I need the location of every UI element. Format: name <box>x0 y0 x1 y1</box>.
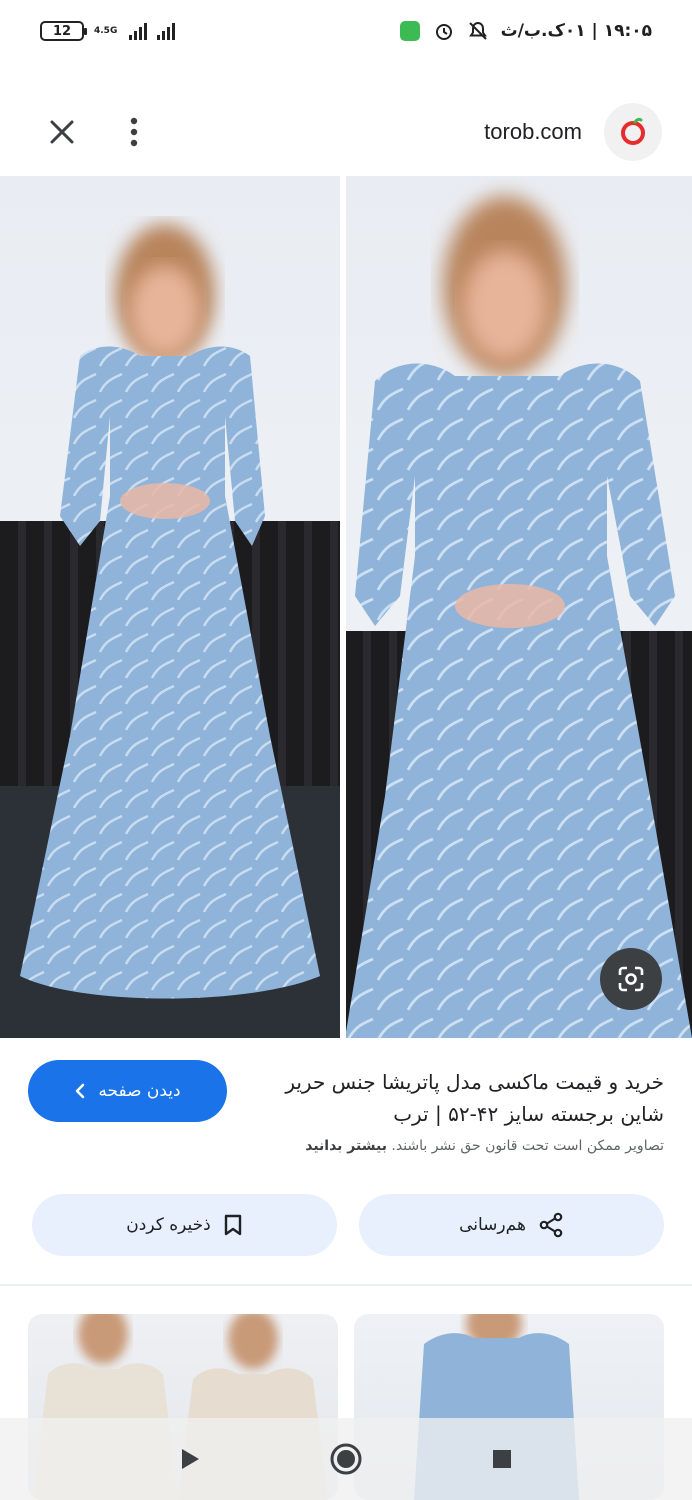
copyright-notice: تصاویر ممکن است تحت قانون حق نشر باشند. … <box>305 1138 664 1154</box>
lens-top-bar: torob.com <box>0 92 692 172</box>
signal-icon-2 <box>157 22 176 40</box>
visit-page-button[interactable]: دیدن صفحه <box>28 1060 227 1122</box>
action-buttons: ذخیره کردن هم‌رسانی <box>32 1194 664 1256</box>
visit-page-label: دیدن صفحه <box>98 1081 181 1101</box>
recents-square-icon <box>493 1450 511 1468</box>
network-type: 4.5G <box>94 25 118 36</box>
share-button[interactable]: هم‌رسانی <box>359 1194 664 1256</box>
close-icon <box>50 120 74 144</box>
google-lens-icon <box>618 966 644 992</box>
bookmark-icon <box>224 1214 241 1236</box>
google-lens-button[interactable] <box>600 948 662 1010</box>
status-left: 12 4.5G <box>40 21 176 41</box>
status-right: ۱۹:۰۵ | ۰۱ک.ب/ث <box>399 20 652 42</box>
dress-figure-right <box>345 196 692 1038</box>
green-app-icon <box>399 20 421 42</box>
alarm-icon <box>433 20 455 42</box>
battery-icon: 12 <box>40 21 87 41</box>
more-options-button[interactable] <box>114 100 154 164</box>
battery-level: 12 <box>52 23 72 39</box>
mute-icon <box>467 20 489 42</box>
torob-logo <box>604 103 662 161</box>
system-nav-bar <box>0 1418 692 1500</box>
share-icon <box>539 1212 563 1238</box>
home-button[interactable] <box>324 1437 368 1481</box>
home-circle-icon <box>330 1443 362 1475</box>
clock: ۱۹:۰۵ | ۰۱ک.ب/ث <box>500 21 652 41</box>
image-divider <box>340 176 346 1038</box>
save-label: ذخیره کردن <box>126 1215 211 1235</box>
close-button[interactable] <box>30 100 94 164</box>
signal-icon <box>129 22 148 40</box>
share-label: هم‌رسانی <box>459 1215 526 1235</box>
back-button[interactable] <box>168 1437 212 1481</box>
copyright-text: تصاویر ممکن است تحت قانون حق نشر باشند. <box>391 1138 664 1154</box>
status-bar: 12 4.5G ۱۹:۰۵ | ۰۱ک.ب/ث <box>0 0 692 62</box>
more-vert-icon <box>130 117 138 147</box>
result-image[interactable] <box>0 176 692 1038</box>
back-triangle-icon <box>182 1449 199 1469</box>
result-title[interactable]: خرید و قیمت ماکسی مدل پاتریشا جنس حریر ش… <box>254 1066 664 1130</box>
learn-more-link[interactable]: بیشتر بدانید <box>305 1138 387 1154</box>
source-domain[interactable]: torob.com <box>484 119 582 145</box>
result-info: دیدن صفحه خرید و قیمت ماکسی مدل پاتریشا … <box>0 1058 692 1178</box>
chevron-left-icon <box>76 1083 85 1099</box>
dress-figure-left <box>20 224 320 999</box>
recents-button[interactable] <box>480 1437 524 1481</box>
save-button[interactable]: ذخیره کردن <box>32 1194 337 1256</box>
section-divider <box>0 1284 692 1286</box>
